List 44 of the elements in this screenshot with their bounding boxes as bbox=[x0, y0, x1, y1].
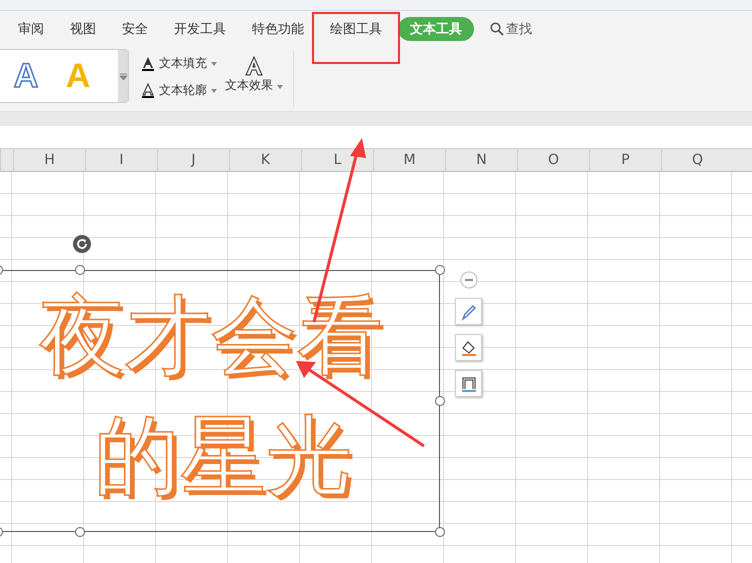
ribbon-tab[interactable]: 开发工具 bbox=[164, 17, 236, 41]
ribbon-tab[interactable]: 安全 bbox=[112, 17, 158, 41]
text-fill-button[interactable]: 文本填充 bbox=[139, 53, 219, 74]
wordart-text: 的星光 bbox=[94, 406, 352, 506]
column-header[interactable]: I bbox=[85, 149, 157, 171]
caret-icon bbox=[211, 88, 217, 92]
letter-outline-icon bbox=[141, 83, 155, 98]
text-style-option[interactable]: A bbox=[0, 56, 52, 96]
text-effects-button[interactable]: 文本效果 bbox=[223, 53, 285, 96]
fill-bucket-icon bbox=[460, 338, 478, 356]
ribbon-tab[interactable]: 特色功能 bbox=[242, 17, 314, 41]
search-button[interactable]: 查找 bbox=[488, 18, 534, 40]
column-header[interactable]: N bbox=[445, 149, 517, 171]
more-icon bbox=[120, 72, 126, 80]
resize-handle[interactable] bbox=[435, 265, 445, 275]
column-header[interactable]: O bbox=[517, 149, 589, 171]
resize-handle[interactable] bbox=[74, 265, 85, 275]
text-outline-button[interactable]: 文本轮廓 bbox=[139, 80, 219, 101]
column-header[interactable]: H bbox=[13, 149, 85, 171]
collapse-icon[interactable] bbox=[460, 271, 478, 289]
fill-button[interactable] bbox=[455, 334, 482, 361]
ribbon-tab[interactable]: 视图 bbox=[60, 17, 106, 41]
resize-handle[interactable] bbox=[74, 527, 85, 537]
caret-icon bbox=[211, 62, 217, 66]
resize-handle[interactable] bbox=[435, 396, 445, 406]
gallery-more-button[interactable] bbox=[118, 50, 128, 102]
border-button[interactable] bbox=[455, 370, 482, 397]
pen-button[interactable] bbox=[455, 298, 482, 325]
column-header[interactable]: J bbox=[157, 149, 229, 171]
rotate-handle[interactable] bbox=[73, 235, 91, 253]
column-header[interactable]: P bbox=[589, 149, 661, 171]
search-icon bbox=[490, 22, 504, 36]
caret-icon bbox=[276, 85, 283, 89]
wordart-text: 夜才会看 bbox=[39, 286, 383, 386]
pen-icon bbox=[460, 302, 478, 320]
letter-fill-icon bbox=[141, 56, 155, 71]
column-header[interactable]: M bbox=[373, 149, 445, 171]
column-header[interactable]: K bbox=[229, 149, 301, 171]
letter-outline-icon bbox=[242, 55, 265, 77]
column-header[interactable]: Q bbox=[661, 149, 733, 171]
ribbon-tab[interactable]: 审阅 bbox=[8, 17, 54, 41]
border-icon bbox=[460, 374, 478, 392]
resize-handle[interactable] bbox=[435, 527, 445, 537]
ribbon-tab[interactable]: 绘图工具 bbox=[320, 17, 392, 41]
